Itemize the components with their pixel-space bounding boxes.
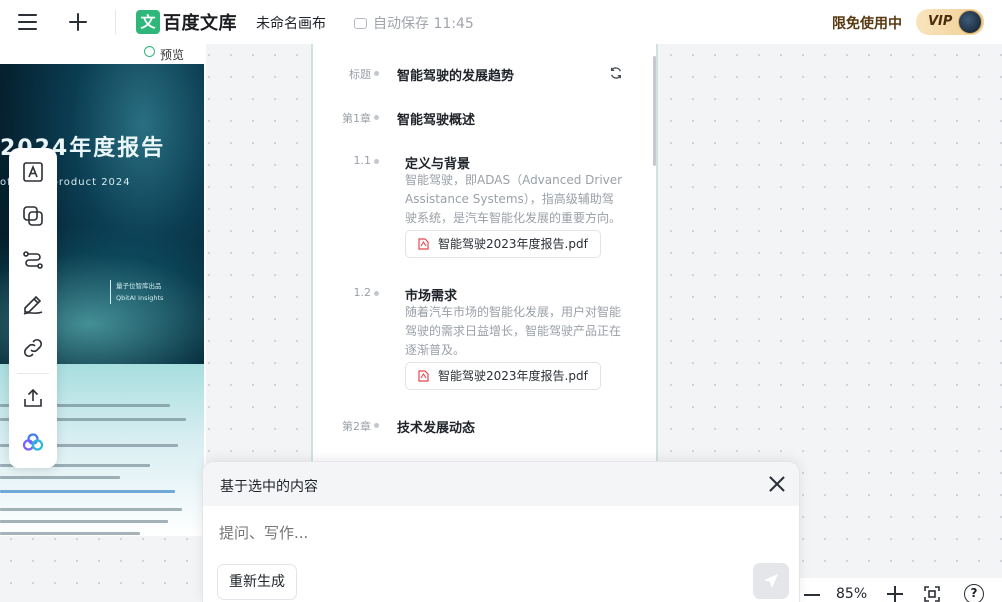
vip-badge-button[interactable]: VIP <box>916 9 984 35</box>
zoom-level: 85% <box>836 586 868 602</box>
outline-node-dot <box>374 423 379 428</box>
preview-button[interactable]: 预览 <box>136 44 202 64</box>
top-bar: 文 百度文库 未命名画布 自动保存 11:45 限免使用中 VIP <box>0 0 1002 44</box>
link-tool-icon[interactable] <box>21 336 45 360</box>
tool-dock <box>9 148 57 468</box>
outline-section-body: 随着汽车市场的智能化发展，用户对智能驾驶的需求日益增长，智能驾驶产品正在逐渐普及… <box>405 305 622 357</box>
zoom-controls: 85% ? <box>798 578 1002 602</box>
ai-panel-header: 基于选中的内容 <box>203 462 799 506</box>
send-icon <box>764 574 778 588</box>
outline-section-title: 定义与背景 <box>405 157 471 172</box>
outline-node-dot <box>374 71 379 76</box>
outline-tag: 1.1 <box>353 154 372 167</box>
autosave-status: 自动保存 11:45 <box>354 13 474 33</box>
toolbar-divider <box>115 10 116 34</box>
upload-tool-icon[interactable] <box>21 386 45 410</box>
pen-tool-icon[interactable] <box>21 292 45 316</box>
outline-chapter-text: 技术发展动态 <box>397 421 476 436</box>
outline-node-dot <box>374 159 379 164</box>
connector-tool-icon[interactable] <box>21 248 45 272</box>
new-canvas-plus-icon[interactable] <box>64 8 92 36</box>
pdf-file-icon <box>418 238 429 250</box>
cloud-save-icon <box>354 18 367 29</box>
outline-scrollbar[interactable] <box>653 56 656 166</box>
cover-brand-line2: QbitAI Insights <box>116 294 164 302</box>
help-icon[interactable]: ? <box>964 584 984 602</box>
dock-divider <box>17 373 49 374</box>
outline-section-body: 智能驾驶，即ADAS（Advanced Driver Assistance Sy… <box>405 173 623 225</box>
shape-tool-icon[interactable] <box>21 204 45 228</box>
ai-assistant-icon[interactable] <box>21 430 45 454</box>
refresh-icon[interactable] <box>609 66 623 80</box>
close-icon[interactable] <box>769 476 785 492</box>
autosave-text: 自动保存 11:45 <box>373 16 474 32</box>
user-avatar[interactable] <box>958 10 982 34</box>
wenku-logo-icon: 文 <box>136 10 160 34</box>
menu-icon[interactable] <box>14 8 42 36</box>
outline-tag: 标题 <box>349 68 371 81</box>
cover-brand: 量子位智库出品 QbitAI Insights <box>110 280 163 304</box>
ai-panel-title: 基于选中的内容 <box>220 479 318 495</box>
preview-label: 预览 <box>160 48 185 62</box>
fit-screen-icon[interactable] <box>924 586 940 602</box>
text-tool-icon[interactable] <box>21 160 45 184</box>
regenerate-button[interactable]: 重新生成 <box>217 564 297 600</box>
ai-prompt-input[interactable] <box>219 524 739 542</box>
outline-tag: 第1章 <box>342 112 371 125</box>
vip-label: VIP <box>928 14 953 29</box>
outline-node-dot <box>374 115 379 120</box>
free-use-label: 限免使用中 <box>832 16 902 32</box>
outline-section-title: 市场需求 <box>405 289 458 304</box>
outline-node-dot <box>374 291 379 296</box>
outline-panel: 标题 智能驾驶的发展趋势 第1章 智能驾驶概述 1.1 定义与背景 智能驾驶，即… <box>311 44 658 462</box>
outline-chapter-text: 智能驾驶概述 <box>397 113 476 128</box>
outline-tag: 1.2 <box>353 286 372 299</box>
cover-brand-line1: 量子位智库出品 <box>116 282 162 290</box>
pdf-file-icon <box>418 370 429 382</box>
pdf-file-name: 智能驾驶2023年度报告.pdf <box>438 237 588 251</box>
pdf-attachment-chip[interactable]: 智能驾驶2023年度报告.pdf <box>405 230 601 258</box>
pdf-file-name: 智能驾驶2023年度报告.pdf <box>438 369 588 383</box>
app-name: 百度文库 <box>163 13 237 34</box>
zoom-out-icon[interactable] <box>804 594 820 596</box>
preview-search-icon <box>144 46 155 57</box>
outline-title-text: 智能驾驶的发展趋势 <box>397 69 515 84</box>
ai-prompt-panel: 基于选中的内容 重新生成 <box>202 461 800 602</box>
send-button[interactable] <box>753 563 789 599</box>
zoom-in-icon[interactable] <box>887 586 903 602</box>
pdf-attachment-chip[interactable]: 智能驾驶2023年度报告.pdf <box>405 362 601 390</box>
outline-tag: 第2章 <box>342 420 371 433</box>
canvas-title[interactable]: 未命名画布 <box>256 13 326 33</box>
